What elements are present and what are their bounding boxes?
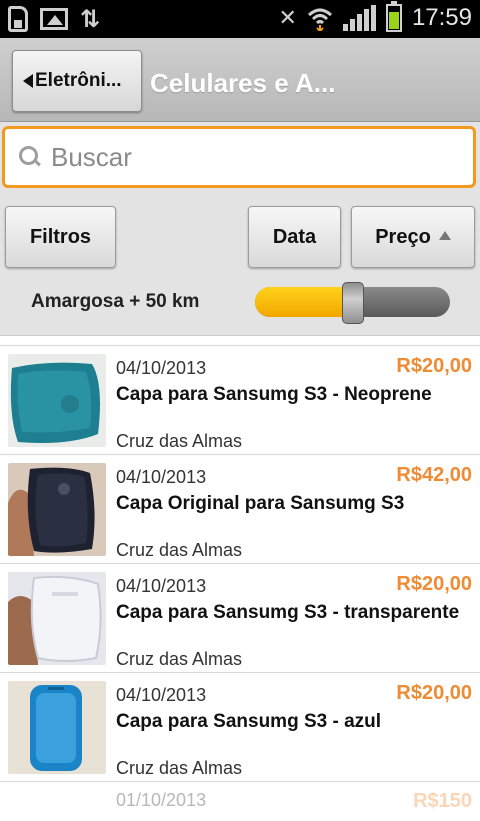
listing-city: Cruz das Almas [116,431,243,451]
price-button-label: Preço [375,225,431,248]
system-icons: ✕ 17:59 [278,1,472,32]
back-arrow-icon [23,74,33,88]
list-item[interactable]: 04/10/2013 R$20,00 Capa para Sansumg S3 … [0,345,480,454]
back-button-label: Eletrôni... [35,70,122,91]
listing-date: 04/10/2013 [116,358,207,378]
listing-price: R$42,00 [396,464,472,486]
list-item[interactable]: 04/10/2013 R$42,00 Capa Original para Sa… [0,454,480,563]
distance-label: Amargosa + 50 km [31,291,200,312]
listing-thumbnail [8,354,106,447]
wifi-icon [307,8,332,31]
listing-title: Capa para Sansumg S3 - azul [116,711,382,732]
search-area [0,122,480,192]
listing-price: R$20,00 [396,682,472,704]
listing-title: Capa para Sansumg S3 - Neoprene [116,384,432,405]
listing-city: Cruz das Almas [116,649,243,669]
listing-price: R$150 [413,790,472,812]
listing-city: Cruz das Almas [116,758,243,778]
listing-thumbnail [8,463,106,556]
sim-icon [8,6,28,32]
listing-thumbnail [8,681,106,774]
distance-slider-fill [255,287,353,317]
listing-title: Capa para Sansumg S3 - transparente [116,602,460,623]
action-bar: Eletrôni... Celulares e A... [0,38,480,122]
filters-button-label: Filtros [29,225,92,248]
search-box[interactable] [2,126,476,188]
notification-icons: ⇅ [8,6,102,32]
listing-title: Capa Original para Sansumg S3 [116,493,405,514]
page-title: Celulares e A... [150,68,336,98]
sort-ascending-icon [438,230,451,240]
listing-city: Cruz das Almas [116,540,243,560]
search-input[interactable] [51,141,431,173]
listing-date: 04/10/2013 [116,576,207,596]
listing-date: 01/10/2013 [116,790,207,810]
filters-button[interactable]: Filtros [5,206,116,268]
signal-icon [342,5,376,31]
back-button[interactable]: Eletrôni... [12,50,142,112]
sort-by-date-button[interactable]: Data [248,206,341,268]
gallery-icon [40,8,68,30]
listing-price: R$20,00 [396,573,472,595]
listing-price: R$20,00 [396,355,472,377]
status-bar: ⇅ ✕ 17:59 [0,0,480,38]
date-button-label: Data [272,225,317,248]
sort-by-price-button[interactable]: Preço [351,206,475,268]
listing-thumbnail [8,572,106,665]
listing-date: 04/10/2013 [116,685,207,705]
mute-icon: ✕ [278,5,297,31]
filter-area: Filtros Data Preço Amargosa + 50 km [0,192,480,336]
listing-date: 04/10/2013 [116,467,207,487]
sync-icon: ⇅ [80,5,101,33]
search-icon [19,146,41,168]
status-clock: 17:59 [411,4,472,31]
list-item[interactable]: 04/10/2013 R$20,00 Capa para Sansumg S3 … [0,672,480,781]
list-item[interactable]: 01/10/2013 R$150 [0,781,480,821]
distance-slider-thumb[interactable] [342,282,364,324]
battery-icon [385,1,402,32]
list-item[interactable]: 04/10/2013 R$20,00 Capa para Sansumg S3 … [0,563,480,672]
